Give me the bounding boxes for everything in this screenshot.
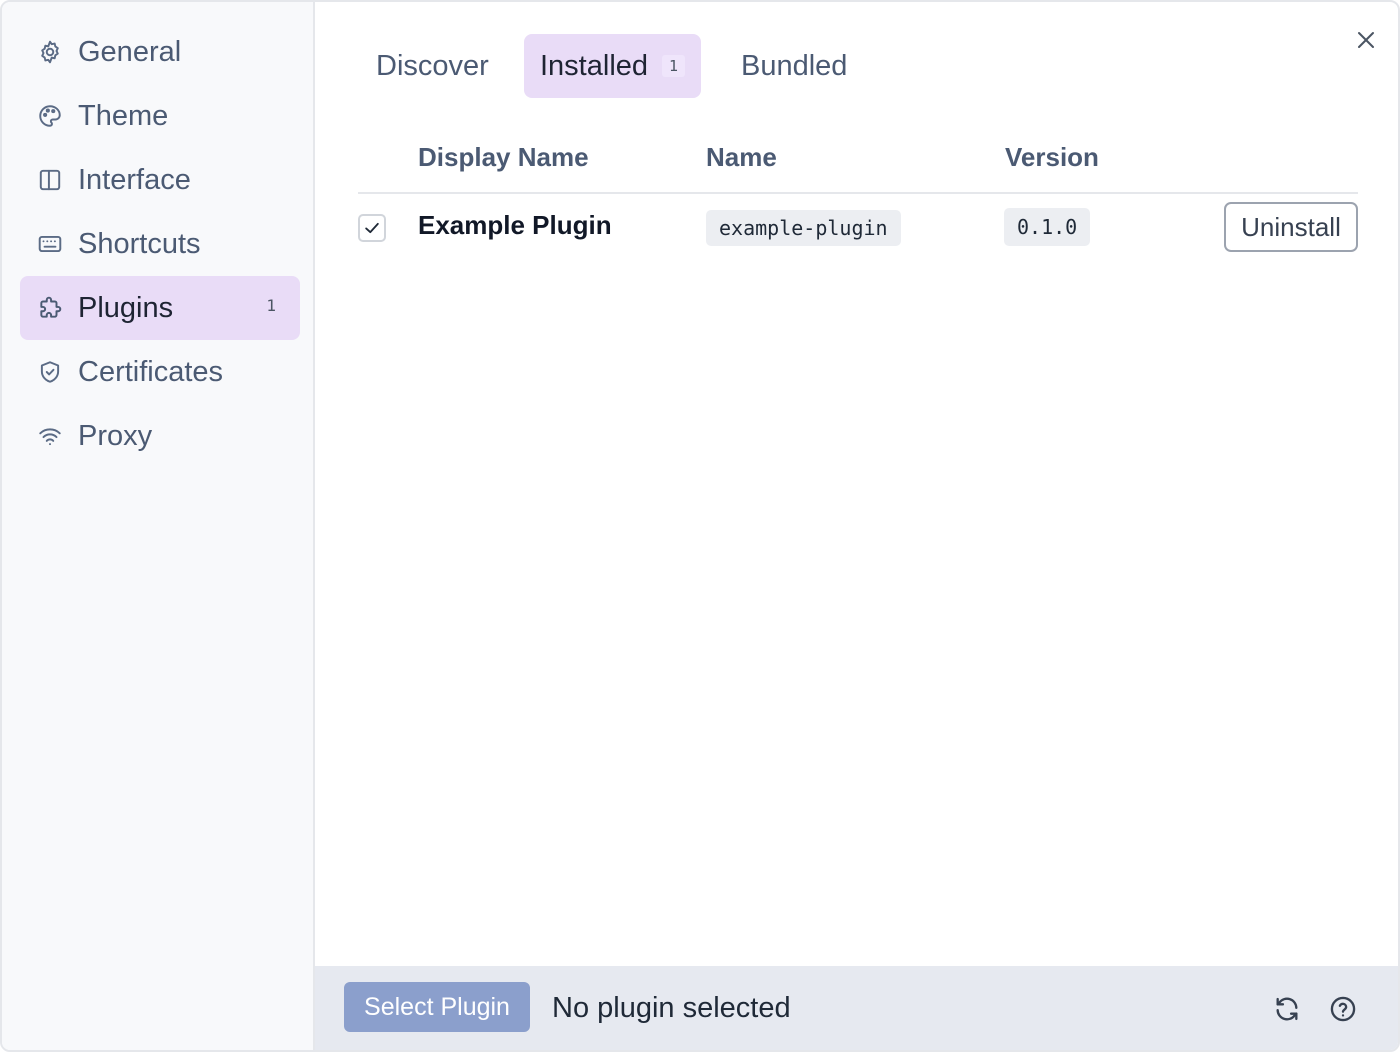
sidebar-item-label: Theme — [78, 99, 169, 132]
sidebar-item-label: Certificates — [78, 355, 224, 388]
selection-status: No plugin selected — [552, 992, 791, 1024]
installed-count-badge: 1 — [662, 55, 686, 77]
tab-label: Bundled — [741, 49, 848, 82]
settings-window: General Theme Interface Shortcuts Plugin… — [0, 0, 1400, 1052]
gear-icon — [36, 38, 64, 66]
plugin-enabled-checkbox[interactable] — [358, 214, 386, 242]
sidebar-item-general[interactable]: General — [20, 20, 300, 84]
sidebar-item-label: Proxy — [78, 419, 153, 452]
palette-icon — [36, 102, 64, 130]
tab-label: Installed — [540, 49, 649, 82]
column-header-name: Name — [706, 142, 777, 172]
uninstall-button[interactable]: Uninstall — [1224, 202, 1358, 252]
settings-sidebar: General Theme Interface Shortcuts Plugin… — [2, 2, 315, 1050]
select-plugin-button[interactable]: Select Plugin — [344, 982, 530, 1032]
table-header-divider — [358, 192, 1358, 194]
sidebar-item-certificates[interactable]: Certificates — [20, 340, 300, 404]
sidebar-item-interface[interactable]: Interface — [20, 148, 300, 212]
wifi-icon — [36, 422, 64, 450]
help-button[interactable] — [1328, 994, 1358, 1024]
tab-bundled[interactable]: Bundled — [725, 34, 863, 98]
shield-icon — [36, 358, 64, 386]
close-button[interactable] — [1352, 26, 1380, 54]
column-header-version: Version — [1005, 142, 1099, 172]
refresh-button[interactable] — [1272, 994, 1302, 1024]
sidebar-item-label: Plugins — [78, 291, 174, 324]
sidebar-item-label: Interface — [78, 163, 191, 196]
checkmark-icon — [365, 222, 379, 234]
plugins-count-badge: 1 — [266, 296, 276, 315]
keyboard-icon — [36, 230, 64, 258]
sidebar-item-theme[interactable]: Theme — [20, 84, 300, 148]
column-header-display-name: Display Name — [418, 142, 589, 172]
puzzle-icon — [36, 294, 64, 322]
sidebar-item-shortcuts[interactable]: Shortcuts — [20, 212, 300, 276]
tab-label: Discover — [376, 49, 489, 82]
close-icon — [1358, 32, 1374, 48]
sidebar-item-label: General — [78, 35, 182, 68]
refresh-icon — [1276, 997, 1298, 1021]
tab-installed[interactable]: Installed 1 — [524, 34, 702, 98]
sidebar-item-proxy[interactable]: Proxy — [20, 404, 300, 468]
sidebar-item-plugins[interactable]: Plugins 1 — [20, 276, 300, 340]
sidebar-item-label: Shortcuts — [78, 227, 201, 260]
layout-icon — [36, 166, 64, 194]
plugin-display-name: Example Plugin — [418, 210, 612, 240]
tab-discover[interactable]: Discover — [360, 34, 505, 98]
help-icon — [1330, 996, 1356, 1022]
plugin-version: 0.1.0 — [1004, 208, 1091, 246]
footer-bar: Select Plugin No plugin selected — [315, 966, 1398, 1050]
plugin-package-name: example-plugin — [706, 210, 901, 246]
